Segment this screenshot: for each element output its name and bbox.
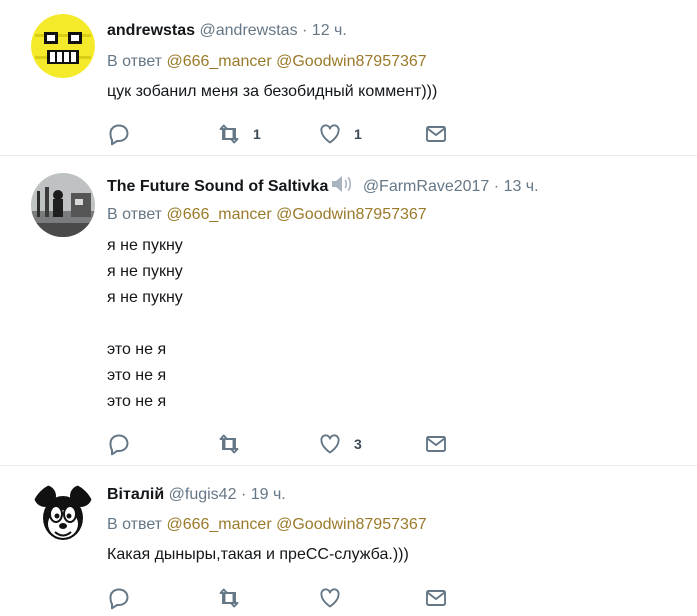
mention-link[interactable]: @666_mancer	[166, 53, 271, 70]
tweet-text: Какая дыныры,такая и преСС-служба.)))	[107, 546, 409, 563]
author-name[interactable]: andrewstas	[107, 22, 195, 39]
retweet-count: 1	[253, 126, 261, 142]
reply-prefix: В ответ	[107, 516, 163, 533]
tweet-actions: 3	[107, 432, 467, 456]
avatar[interactable]	[31, 173, 95, 237]
mention-link[interactable]: @666_mancer	[166, 516, 271, 533]
reply-prefix: В ответ	[107, 206, 163, 223]
avatar[interactable]	[31, 14, 95, 78]
reply-context: В ответ @666_mancer @Goodwin87957367	[107, 515, 427, 535]
reply-icon	[109, 434, 129, 456]
author-name[interactable]: The Future Sound of Saltivka	[107, 178, 328, 195]
reply-icon	[109, 124, 129, 146]
retweet-icon	[219, 588, 239, 608]
tweet-actions	[107, 586, 467, 610]
speaker-icon	[330, 174, 354, 200]
reply-button[interactable]	[107, 122, 131, 146]
like-button[interactable]: 3	[318, 432, 362, 456]
reply-prefix: В ответ	[107, 53, 163, 70]
tweet-time[interactable]: 13 ч.	[504, 178, 539, 195]
tweet-actions: 1 1	[107, 122, 467, 146]
heart-icon	[320, 434, 340, 454]
retweet-icon	[219, 124, 239, 144]
retweet-button[interactable]: 1	[217, 122, 261, 146]
tweet-2[interactable]: The Future Sound of Saltivka @FarmRave20…	[0, 156, 697, 466]
smiley-avatar-icon	[31, 14, 95, 78]
author-handle[interactable]: @FarmRave2017	[363, 178, 490, 195]
like-button[interactable]	[318, 586, 354, 610]
retweet-button[interactable]	[217, 432, 253, 456]
tweet-1[interactable]: andrewstas @andrewstas · 12 ч. В ответ @…	[0, 0, 697, 156]
dm-button[interactable]	[424, 586, 448, 610]
mickey-avatar-icon	[31, 482, 95, 546]
tweet-time[interactable]: 12 ч.	[312, 22, 347, 39]
reply-context: В ответ @666_mancer @Goodwin87957367	[107, 52, 427, 72]
author-name[interactable]: Віталій	[107, 486, 164, 503]
tweet-text: я не пукну я не пукну я не пукну это не …	[107, 237, 183, 410]
like-button[interactable]: 1	[318, 122, 362, 146]
mention-link[interactable]: @Goodwin87957367	[276, 516, 427, 533]
author-handle[interactable]: @fugis42	[169, 486, 237, 503]
reply-context: В ответ @666_mancer @Goodwin87957367	[107, 205, 427, 225]
dm-button[interactable]	[424, 122, 448, 146]
tweet-3[interactable]: Віталій @fugis42 · 19 ч. В ответ @666_ma…	[0, 466, 697, 616]
tweet-text: цук зобанил меня за безобидный коммент))…	[107, 83, 438, 100]
retweet-button[interactable]	[217, 586, 253, 610]
envelope-icon	[426, 436, 446, 452]
mention-link[interactable]: @Goodwin87957367	[276, 53, 427, 70]
retweet-icon	[219, 434, 239, 454]
heart-icon	[320, 124, 340, 144]
like-count: 3	[354, 436, 362, 452]
dm-button[interactable]	[424, 432, 448, 456]
mention-link[interactable]: @Goodwin87957367	[276, 206, 427, 223]
envelope-icon	[426, 126, 446, 142]
photo-avatar-icon	[31, 173, 95, 237]
reply-icon	[109, 588, 129, 610]
tweet-time[interactable]: 19 ч.	[251, 486, 286, 503]
like-count: 1	[354, 126, 362, 142]
heart-icon	[320, 588, 340, 608]
avatar[interactable]	[31, 482, 95, 546]
reply-button[interactable]	[107, 586, 131, 610]
mention-link[interactable]: @666_mancer	[166, 206, 271, 223]
reply-button[interactable]	[107, 432, 131, 456]
author-handle[interactable]: @andrewstas	[200, 22, 298, 39]
envelope-icon	[426, 590, 446, 606]
